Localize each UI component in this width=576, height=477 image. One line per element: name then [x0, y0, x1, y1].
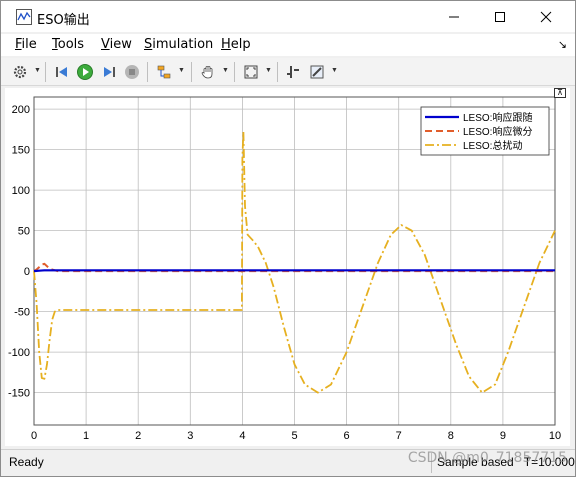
- y-tick-label: -50: [14, 307, 30, 319]
- chevron-down-icon[interactable]: ▼: [265, 67, 272, 74]
- watermark: CSDN @m0_71857715: [407, 450, 567, 466]
- y-tick-label: 100: [12, 185, 30, 197]
- pan-button[interactable]: [197, 61, 219, 83]
- x-tick-label: 7: [396, 430, 402, 442]
- minimize-button[interactable]: [431, 1, 477, 32]
- step-forward-button[interactable]: [98, 61, 120, 83]
- legend-label: LESO:响应跟随: [463, 111, 532, 124]
- menu-simulation[interactable]: Simulation: [144, 37, 213, 52]
- y-tick-label: 0: [24, 266, 30, 278]
- x-tick-label: 3: [187, 430, 193, 442]
- menu-help[interactable]: Help: [221, 37, 251, 52]
- plot-area[interactable]: ⊼ 0 1 2 3 4 5 6 7 8 9 10 200 150 100 50 0 -50 -100 -150 LES…: [5, 88, 570, 446]
- gear-icon: [13, 65, 27, 79]
- window-title: ESO输出: [37, 13, 90, 28]
- toolbar-separator: [147, 62, 148, 82]
- expand-icon[interactable]: ⊼: [554, 88, 566, 98]
- settings-button[interactable]: [9, 61, 31, 83]
- x-tick-label: 10: [549, 430, 561, 442]
- y-tick-label: 200: [12, 104, 30, 116]
- step-back-icon: [56, 67, 67, 77]
- y-tick-label: -100: [8, 347, 30, 359]
- menu-bar: File Tools View Simulation Help ↘: [1, 34, 575, 56]
- legend-label: LESO:总扰动: [463, 139, 522, 152]
- x-tick-label: 8: [448, 430, 454, 442]
- cursor-measure-button[interactable]: [282, 61, 304, 83]
- x-tick-label: 6: [344, 430, 350, 442]
- run-icon: [77, 64, 93, 80]
- cursor-measure-icon: [287, 66, 299, 78]
- title-bar[interactable]: ESO输出: [1, 1, 575, 32]
- y-tick-label: -150: [8, 388, 30, 400]
- scope-window: ESO输出 File Tools View Simulation Help ↘ …: [0, 0, 576, 477]
- chevron-down-icon[interactable]: ▼: [222, 67, 229, 74]
- x-tick-label: 9: [500, 430, 506, 442]
- dock-arrow-icon[interactable]: ↘: [558, 38, 567, 51]
- stop-icon: [125, 65, 139, 79]
- chevron-down-icon[interactable]: ▼: [34, 67, 41, 74]
- style-icon: [310, 65, 324, 79]
- step-back-button[interactable]: [51, 61, 73, 83]
- close-icon: [540, 11, 552, 22]
- app-icon: [16, 9, 32, 25]
- pan-icon: [201, 66, 213, 79]
- y-tick-label: 50: [18, 226, 30, 238]
- signal-select-button[interactable]: [153, 61, 175, 83]
- menu-view[interactable]: View: [101, 37, 132, 52]
- menu-file[interactable]: File: [15, 37, 37, 52]
- style-button[interactable]: [306, 61, 328, 83]
- step-forward-icon: [104, 67, 115, 77]
- toolbar-separator: [234, 62, 235, 82]
- zoom-fit-icon: [244, 65, 258, 79]
- run-button[interactable]: [74, 61, 96, 83]
- chevron-down-icon[interactable]: ▼: [178, 67, 185, 74]
- legend-label: LESO:响应微分: [463, 125, 532, 138]
- toolbar-separator: [45, 62, 46, 82]
- stop-button[interactable]: [121, 61, 143, 83]
- x-tick-label: 5: [291, 430, 297, 442]
- series-line-1: [33, 269, 555, 273]
- menu-tools[interactable]: Tools: [52, 37, 84, 52]
- x-tick-label: 0: [31, 430, 37, 442]
- toolbar-separator: [191, 62, 192, 82]
- maximize-icon: [495, 11, 505, 22]
- x-tick-label: 2: [135, 430, 141, 442]
- x-tick-label: 1: [83, 430, 89, 442]
- minimize-icon: [449, 16, 459, 17]
- status-text: Ready: [9, 455, 44, 469]
- x-tick-label: 4: [239, 430, 245, 442]
- y-tick-label: 150: [12, 145, 30, 157]
- maximize-button[interactable]: [477, 1, 523, 32]
- signal-select-icon: [157, 65, 171, 79]
- toolbar-separator: [277, 62, 278, 82]
- zoom-fit-button[interactable]: [240, 61, 262, 83]
- close-button[interactable]: [523, 1, 569, 32]
- chevron-down-icon[interactable]: ▼: [331, 67, 338, 74]
- scope-chart[interactable]: 0 1 2 3 4 5 6 7 8 9 10 200 150 100 50 0 -50 -100 -150 LESO:…: [5, 88, 570, 446]
- toolbar: ▼ ▼ ▼ ▼ ▼: [1, 58, 575, 86]
